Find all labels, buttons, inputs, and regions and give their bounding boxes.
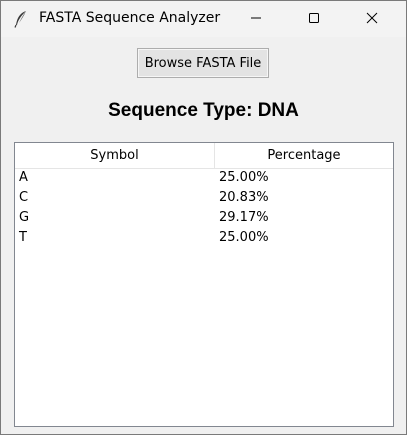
browse-fasta-button[interactable]: Browse FASTA File bbox=[137, 48, 269, 78]
feather-icon bbox=[13, 10, 29, 28]
column-header-percentage[interactable]: Percentage bbox=[215, 143, 393, 168]
column-header-symbol[interactable]: Symbol bbox=[15, 143, 215, 168]
maximize-button[interactable] bbox=[291, 1, 337, 35]
table-body: A 25.00% C 20.83% G 29.17% T 25.00% bbox=[15, 169, 393, 249]
window-title: FASTA Sequence Analyzer bbox=[39, 10, 221, 26]
table-header: Symbol Percentage bbox=[15, 143, 393, 169]
table-row[interactable]: T 25.00% bbox=[15, 229, 393, 249]
minimize-button[interactable] bbox=[233, 1, 279, 35]
table-row[interactable]: A 25.00% bbox=[15, 169, 393, 189]
composition-table[interactable]: Symbol Percentage A 25.00% C 20.83% G 29… bbox=[14, 142, 394, 427]
title-bar[interactable]: FASTA Sequence Analyzer bbox=[1, 1, 406, 37]
app-window: FASTA Sequence Analyzer Browse FASTA Fil… bbox=[0, 0, 407, 435]
minimize-icon bbox=[250, 9, 262, 28]
symbol-cell: T bbox=[19, 230, 27, 245]
close-icon bbox=[366, 9, 378, 28]
percentage-cell: 20.83% bbox=[219, 190, 269, 205]
symbol-cell: A bbox=[19, 170, 28, 185]
table-row[interactable]: G 29.17% bbox=[15, 209, 393, 229]
sequence-type-label: Sequence Type: DNA bbox=[108, 100, 299, 121]
maximize-icon bbox=[308, 9, 320, 28]
symbol-cell: C bbox=[19, 190, 29, 205]
percentage-cell: 25.00% bbox=[219, 170, 269, 185]
table-row[interactable]: C 20.83% bbox=[15, 189, 393, 209]
percentage-cell: 29.17% bbox=[219, 210, 269, 225]
close-button[interactable] bbox=[349, 1, 395, 35]
percentage-cell: 25.00% bbox=[219, 230, 269, 245]
symbol-cell: G bbox=[19, 210, 30, 225]
